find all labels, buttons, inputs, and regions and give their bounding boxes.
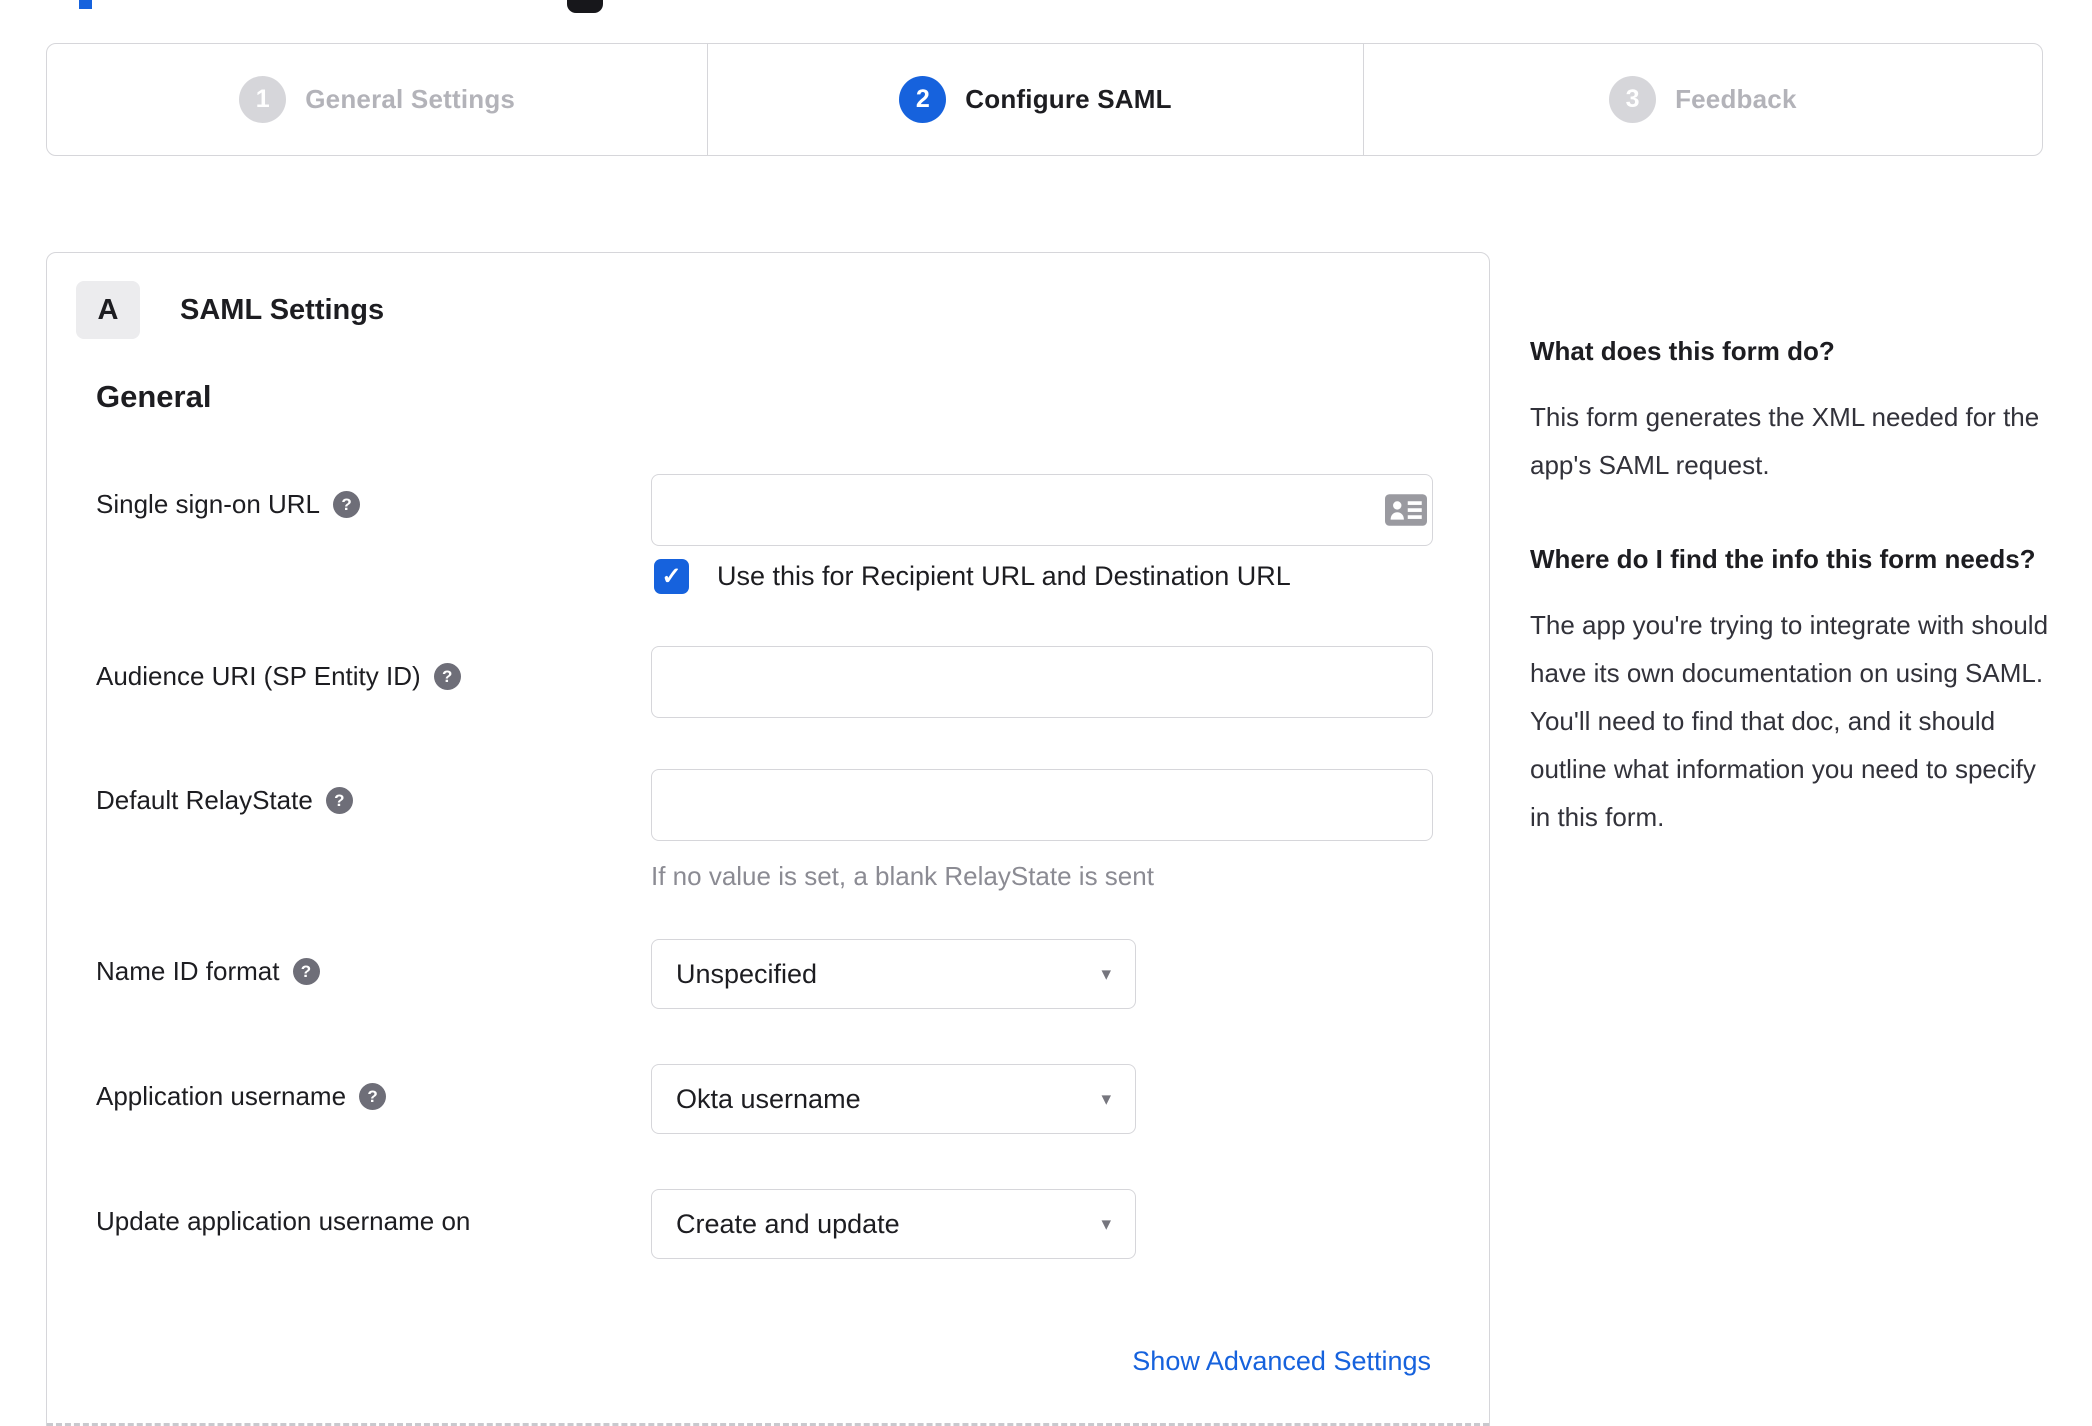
audience-uri-input[interactable] — [651, 646, 1433, 718]
recipient-url-checkbox-label: Use this for Recipient URL and Destinati… — [717, 561, 1291, 591]
saml-settings-card: A SAML Settings General Single sign-on U… — [46, 252, 1490, 1426]
show-advanced-settings-link[interactable]: Show Advanced Settings — [1132, 1346, 1431, 1377]
help-section-2-body: The app you're trying to integrate with … — [1530, 610, 2049, 832]
single-sign-on-url-label: Single sign-on URL ? — [96, 489, 361, 520]
step-2-number-badge: 2 — [899, 76, 947, 123]
default-relaystate-label-text: Default RelayState — [96, 785, 313, 815]
application-username-label-text: Application username — [96, 1081, 347, 1111]
name-id-format-select[interactable]: Unspecified ▾ — [651, 939, 1136, 1009]
relaystate-hint: If no value is set, a blank RelayState i… — [651, 861, 1154, 891]
step-3-number-badge: 3 — [1609, 76, 1657, 123]
update-username-on-label-text: Update application username on — [96, 1206, 471, 1236]
recipient-url-checkbox-row: ✓ Use this for Recipient URL and Destina… — [654, 559, 1291, 594]
application-username-label: Application username ? — [96, 1081, 387, 1112]
recipient-url-checkbox[interactable]: ✓ — [654, 559, 689, 594]
step-general-settings[interactable]: 1 General Settings — [47, 44, 707, 155]
help-section-1-title: What does this form do? — [1530, 336, 1835, 366]
application-username-value: Okta username — [676, 1083, 861, 1114]
section-title: SAML Settings — [180, 293, 385, 326]
application-username-select[interactable]: Okta username ▾ — [651, 1064, 1136, 1134]
help-section-1-body: This form generates the XML needed for t… — [1530, 402, 2040, 480]
help-icon[interactable]: ? — [359, 1083, 387, 1110]
single-sign-on-url-input[interactable] — [651, 474, 1433, 546]
chevron-down-icon: ▾ — [1101, 963, 1111, 985]
section-header: A SAML Settings — [76, 281, 384, 339]
name-id-format-value: Unspecified — [676, 958, 818, 989]
help-section-2-title: Where do I find the info this form needs… — [1530, 544, 2036, 574]
update-username-on-select[interactable]: Create and update ▾ — [651, 1189, 1136, 1259]
default-relaystate-input[interactable] — [651, 769, 1433, 841]
help-icon[interactable]: ? — [325, 787, 353, 814]
name-id-format-label-text: Name ID format — [96, 956, 280, 986]
step-feedback[interactable]: 3 Feedback — [1362, 44, 2042, 155]
update-username-on-value: Create and update — [676, 1208, 900, 1239]
help-icon[interactable]: ? — [333, 491, 361, 518]
help-panel: What does this form do? This form genera… — [1530, 327, 2050, 887]
audience-uri-label-text: Audience URI (SP Entity ID) — [96, 661, 421, 691]
section-a-badge: A — [76, 281, 140, 339]
chevron-down-icon: ▾ — [1101, 1213, 1111, 1235]
single-sign-on-url-label-text: Single sign-on URL — [96, 489, 321, 519]
step-configure-saml[interactable]: 2 Configure SAML — [707, 44, 1362, 155]
help-icon[interactable]: ? — [292, 958, 320, 985]
step-1-label: General Settings — [305, 84, 516, 114]
audience-uri-label: Audience URI (SP Entity ID) ? — [96, 661, 461, 692]
checkmark-icon: ✓ — [661, 563, 682, 590]
update-username-on-label: Update application username on — [96, 1206, 470, 1237]
step-2-label: Configure SAML — [965, 84, 1172, 114]
clipped-title-fragment-blue — [79, 0, 92, 9]
help-icon[interactable]: ? — [433, 663, 461, 690]
insert-attribute-card-icon[interactable] — [1385, 494, 1427, 526]
step-1-number-badge: 1 — [239, 76, 287, 123]
wizard-stepper: 1 General Settings 2 Configure SAML 3 Fe… — [46, 43, 2043, 156]
name-id-format-label: Name ID format ? — [96, 956, 320, 987]
chevron-down-icon: ▾ — [1101, 1088, 1111, 1110]
step-3-label: Feedback — [1675, 84, 1797, 114]
clipped-title-fragment-dark — [567, 0, 603, 13]
default-relaystate-label: Default RelayState ? — [96, 785, 353, 816]
general-group-title: General — [96, 379, 212, 414]
